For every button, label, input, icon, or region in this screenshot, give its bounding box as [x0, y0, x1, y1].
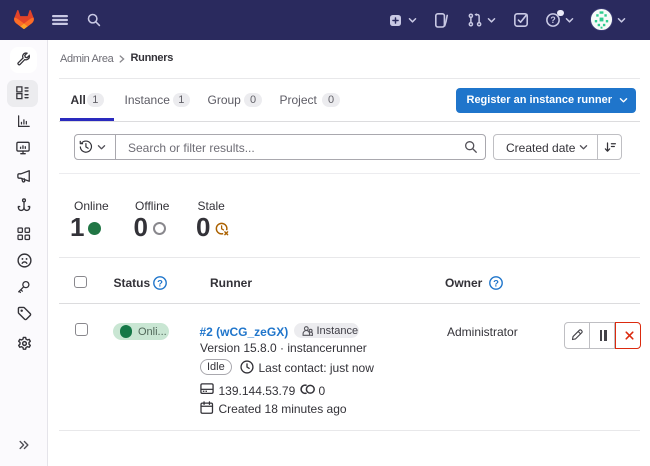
svg-text:?: ?	[157, 278, 163, 289]
svg-text:?: ?	[493, 278, 499, 289]
svg-text:?: ?	[550, 15, 555, 25]
